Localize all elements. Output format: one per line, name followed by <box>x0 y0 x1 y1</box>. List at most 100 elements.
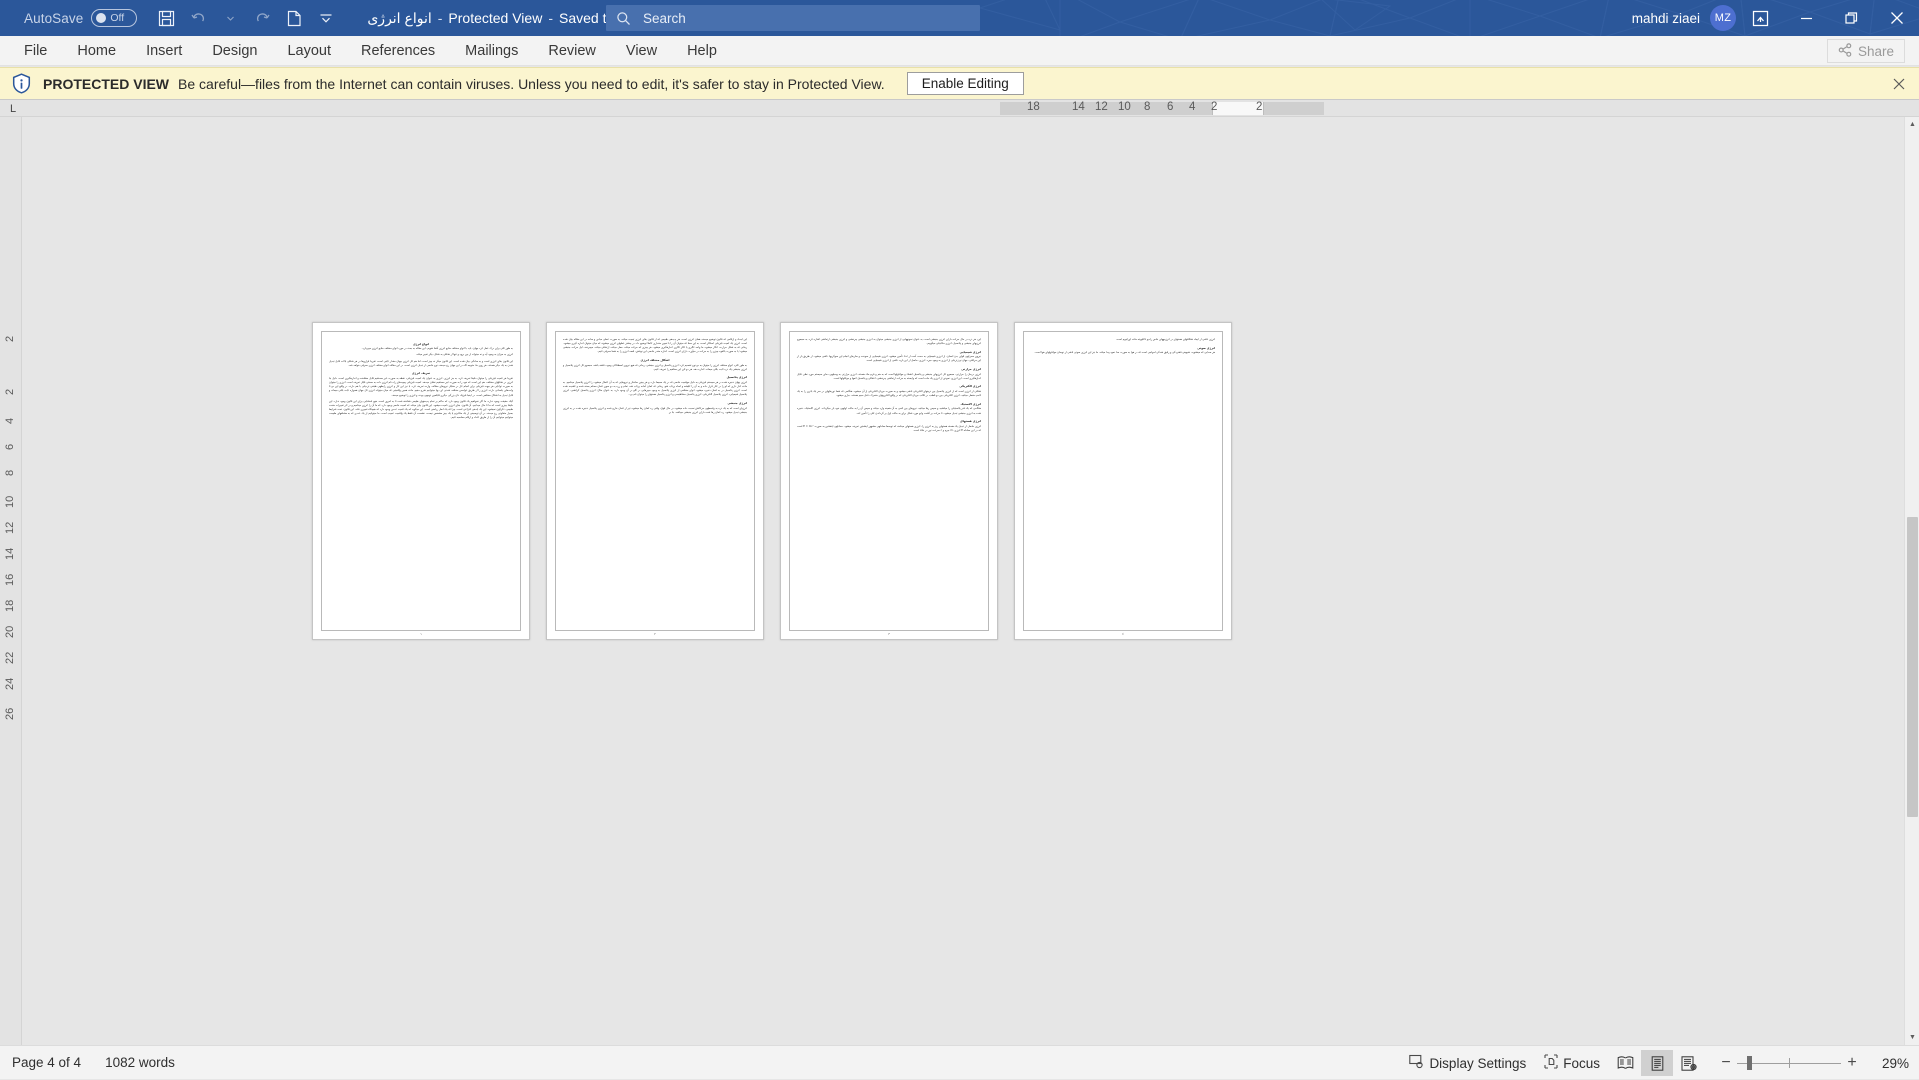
redo-icon[interactable] <box>247 4 277 32</box>
display-settings-button[interactable]: Display Settings <box>1400 1049 1535 1077</box>
protected-view-title: PROTECTED VIEW <box>43 76 169 92</box>
page-paragraph: گیک حقیقت وجود ندارد، ما اگر نخواهیم یک … <box>329 400 513 421</box>
page-paragraph: انرژیای است که به یک ذره به واسطهی حرکات… <box>563 407 747 415</box>
page-heading: انواع انرژی <box>329 342 513 346</box>
page-paragraph: انرژی ناشی از ایجاد شکافتهای هستهای در ا… <box>1031 338 1215 342</box>
document-name: انواع انرژی <box>367 10 431 27</box>
share-label: Share <box>1858 44 1894 59</box>
page-paragraph: به طور کلی برای درک عمل کرد جهان، باید ب… <box>329 347 513 351</box>
close-icon[interactable] <box>1891 76 1907 92</box>
page-heading: انرژی جنبشی <box>563 401 747 405</box>
quick-access-toolbar <box>151 4 341 32</box>
vruler-number-24: 24 <box>4 678 16 690</box>
ruler-number-2b: 2 <box>1256 101 1262 113</box>
document-page[interactable]: انرژی ناشی از ایجاد شکافتهای هستهای در ا… <box>1014 322 1232 640</box>
document-page[interactable]: این، هر ذره در حال حرکت دارای انرژی جنبش… <box>780 322 998 640</box>
ruler-number-12: 12 <box>1095 101 1108 113</box>
page-content: این، هر ذره در حال حرکت دارای انرژی جنبش… <box>789 331 989 631</box>
undo-dropdown-chevron-down-icon[interactable] <box>215 4 245 32</box>
tab-selector-label: L <box>10 103 16 115</box>
search-box[interactable]: Search <box>606 5 980 31</box>
page-heading: انرژی حرارتی <box>797 367 981 371</box>
focus-button[interactable]: Focus <box>1535 1049 1609 1077</box>
zoom-out-button[interactable]: − <box>1715 1054 1737 1072</box>
vruler-number-18: 18 <box>4 600 16 612</box>
page-heading: انرژی الاستیک <box>797 402 981 406</box>
page-paragraph: انرژی پنهان ذخیره شده در هر سیستم فیزیکی… <box>563 381 747 398</box>
page-paragraph: تقریبا هر کمیت فیزیکی را میتوان دقیقا تع… <box>329 377 513 398</box>
page-heading: انرژی هستهای <box>797 419 981 423</box>
page-paragraph: این اجداد و ارقامی که قانون توضیح میدهد،… <box>563 338 747 355</box>
horizontal-ruler[interactable]: 18 14 12 10 8 6 4 2 2 <box>0 100 1919 117</box>
web-layout-icon[interactable] <box>1673 1050 1705 1076</box>
autosave-toggle[interactable]: Off <box>91 9 137 27</box>
zoom-slider[interactable] <box>1737 1056 1841 1070</box>
print-layout-icon[interactable] <box>1641 1050 1673 1076</box>
ruler-margin-right <box>1264 102 1324 115</box>
word-count[interactable]: 1082 words <box>105 1055 175 1070</box>
zoom-level[interactable]: 29% <box>1875 1056 1909 1071</box>
scroll-up-arrow-icon[interactable]: ▲ <box>1905 117 1919 132</box>
save-icon[interactable] <box>151 4 181 32</box>
avatar-initials: MZ <box>1715 12 1731 24</box>
close-icon[interactable] <box>1874 0 1919 36</box>
minimize-icon[interactable] <box>1784 0 1829 36</box>
vertical-scrollbar-thumb[interactable] <box>1907 517 1918 817</box>
tab-selector-button[interactable]: L <box>2 100 24 117</box>
tab-home[interactable]: Home <box>62 36 131 66</box>
ruler-number-18: 18 <box>1027 101 1040 113</box>
vruler-number-22: 22 <box>4 652 16 664</box>
customize-quick-access-icon[interactable] <box>311 4 341 32</box>
zoom-in-button[interactable]: + <box>1841 1054 1863 1072</box>
page-heading: اشکال مختلف انرژی <box>563 358 747 362</box>
title-bar: AutoSave Off <box>0 0 1919 36</box>
read-mode-icon[interactable] <box>1609 1050 1641 1076</box>
zoom-slider-handle[interactable] <box>1747 1056 1752 1070</box>
undo-icon[interactable] <box>183 4 213 32</box>
autosave-toggle-knob <box>96 13 106 23</box>
ribbon-display-options-icon[interactable] <box>1736 0 1784 36</box>
page-paragraph: نیروی محرکهی قوای بدن انسان، از انرژی شی… <box>797 355 981 363</box>
page-heading: انرژی صوتی <box>1031 346 1215 350</box>
ruler-number-4: 4 <box>1189 101 1195 113</box>
page-heading: تعریف انرژی <box>329 371 513 375</box>
tab-layout[interactable]: Layout <box>272 36 346 66</box>
tab-design[interactable]: Design <box>197 36 272 66</box>
document-page[interactable]: انواع انرژی به طور کلی برای درک عمل کرد … <box>312 322 530 640</box>
page-paragraph: هنگامی که یک فنر پلاستیکی را میکشید و سپ… <box>797 407 981 415</box>
tab-review[interactable]: Review <box>533 36 611 66</box>
new-document-icon[interactable] <box>279 4 309 32</box>
tab-file[interactable]: File <box>9 36 62 66</box>
vertical-scrollbar[interactable]: ▲ ▼ <box>1904 117 1919 1045</box>
vertical-ruler[interactable]: 2 2 4 6 8 10 12 14 16 18 20 22 24 26 <box>0 117 22 1045</box>
share-button[interactable]: Share <box>1827 39 1905 63</box>
page-content: این اجداد و ارقامی که قانون توضیح میدهد،… <box>555 331 755 631</box>
restore-icon[interactable] <box>1829 0 1874 36</box>
tab-view[interactable]: View <box>611 36 672 66</box>
ruler-number-8: 8 <box>1144 101 1150 113</box>
vruler-number-4: 4 <box>4 418 16 424</box>
page-content: انواع انرژی به طور کلی برای درک عمل کرد … <box>321 331 521 631</box>
vruler-number-2b: 2 <box>4 389 16 395</box>
protected-view-state: Protected View <box>448 10 542 26</box>
ribbon-tab-bar: File Home Insert Design Layout Reference… <box>0 36 1919 66</box>
search-placeholder: Search <box>643 11 686 26</box>
vruler-number-14: 14 <box>4 548 16 560</box>
tab-help[interactable]: Help <box>672 36 732 66</box>
title-separator-1: - <box>438 10 443 26</box>
autosave-state-label: Off <box>110 12 124 24</box>
avatar[interactable]: MZ <box>1710 5 1736 31</box>
document-page[interactable]: این اجداد و ارقامی که قانون توضیح میدهد،… <box>546 322 764 640</box>
zoom-slider-midpoint-tick <box>1789 1058 1790 1068</box>
scroll-down-arrow-icon[interactable]: ▼ <box>1905 1030 1919 1045</box>
document-canvas[interactable]: انواع انرژی به طور کلی برای درک عمل کرد … <box>22 117 1904 1045</box>
tab-references[interactable]: References <box>346 36 450 66</box>
page-indicator[interactable]: Page 4 of 4 <box>12 1055 81 1070</box>
tab-mailings[interactable]: Mailings <box>450 36 533 66</box>
page-number: ١ <box>313 632 529 636</box>
vruler-number-6: 6 <box>4 444 16 450</box>
enable-editing-button[interactable]: Enable Editing <box>907 72 1024 95</box>
tab-insert[interactable]: Insert <box>131 36 197 66</box>
status-bar: Page 4 of 4 1082 words Display Settings … <box>0 1045 1919 1079</box>
vruler-number-20: 20 <box>4 626 16 638</box>
